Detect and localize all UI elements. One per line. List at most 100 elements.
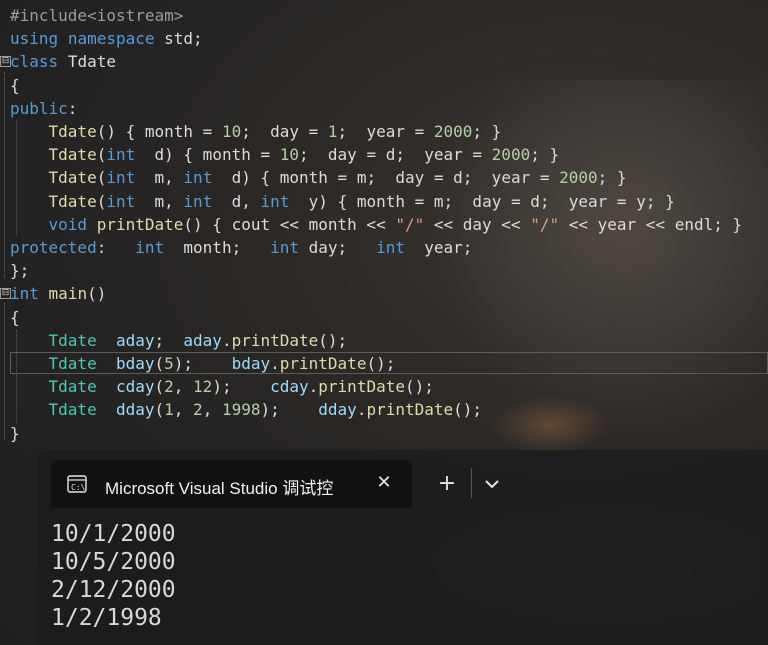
- code-token: 1: [164, 400, 174, 420]
- code-token: d) { month =: [135, 145, 280, 165]
- code-token: m,: [135, 168, 184, 188]
- code-token: "/": [530, 214, 560, 234]
- code-token: (: [96, 191, 107, 211]
- terminal-tab-title: Microsoft Visual Studio 调试控: [105, 479, 334, 498]
- output-line: 1/2/1998: [51, 605, 162, 631]
- code-token: Tdate: [48, 330, 97, 350]
- code-token: (): [87, 284, 107, 304]
- code-token: 5: [164, 354, 174, 373]
- code-token: dday: [115, 400, 155, 420]
- code-token: printDate: [366, 400, 454, 420]
- code-token: dday: [318, 400, 357, 420]
- code-token: int: [260, 191, 290, 211]
- tab-separator: [471, 468, 472, 498]
- code-token: << year << endl; }: [559, 214, 743, 234]
- code-token: Tdate: [48, 168, 97, 188]
- code-token: year;: [404, 238, 473, 257]
- code-token: {: [10, 75, 20, 95]
- code-line[interactable]: Tdate(int d) { month = 10; day = d; year…: [10, 143, 560, 166]
- code-token: int: [270, 238, 300, 257]
- new-tab-button[interactable]: +: [435, 472, 459, 496]
- code-token: 1: [327, 122, 338, 141]
- code-token: .: [270, 354, 280, 373]
- code-line[interactable]: protected: int month; int day; int year;: [10, 236, 472, 259]
- output-line: 10/1/2000: [51, 521, 176, 547]
- code-token: bday: [231, 354, 271, 373]
- code-line[interactable]: class Tdate: [10, 50, 116, 73]
- terminal-tab[interactable]: C:\ Microsoft Visual Studio 调试控 ✕: [51, 460, 412, 508]
- code-line[interactable]: Tdate(int m, int d, int y) { month = m; …: [10, 190, 675, 213]
- code-line[interactable]: Tdate(int m, int d) { month = m; day = d…: [10, 166, 627, 189]
- code-token: );: [173, 354, 232, 373]
- code-line[interactable]: Tdate aday; aday.printDate();: [10, 329, 348, 352]
- code-token: {: [10, 307, 20, 327]
- code-token: (: [154, 400, 165, 420]
- code-token: std;: [154, 29, 203, 49]
- code-token: ; day =: [241, 122, 328, 141]
- code-line[interactable]: #include<iostream>: [10, 4, 183, 27]
- code-token: aday: [183, 330, 222, 350]
- code-token: class: [10, 52, 59, 72]
- code-token: protected: [10, 238, 97, 257]
- code-token: };: [10, 261, 30, 281]
- code-token: "/": [395, 214, 425, 234]
- code-token: m,: [135, 191, 184, 211]
- code-editor[interactable]: ⊟ ⊟ #include<iostream> using namespace st…: [0, 0, 768, 445]
- code-token: month;: [164, 238, 271, 257]
- code-token: << day <<: [424, 214, 531, 234]
- code-token: Tdate: [48, 191, 97, 211]
- code-token: printDate: [96, 214, 184, 234]
- code-token: :: [67, 98, 78, 118]
- svg-text:C:\: C:\: [71, 483, 86, 492]
- code-token: }: [10, 423, 20, 443]
- code-token: Tdate: [48, 145, 97, 165]
- code-line[interactable]: Tdate() { month = 10; day = 1; year = 20…: [10, 120, 502, 143]
- code-token: int: [106, 145, 136, 165]
- code-token: day;: [299, 238, 377, 257]
- code-line[interactable]: public:: [10, 97, 77, 120]
- code-token: int: [106, 168, 136, 188]
- code-line[interactable]: {: [10, 74, 20, 97]
- code-line[interactable]: };: [10, 259, 29, 282]
- indent-guide: [4, 72, 6, 278]
- code-line[interactable]: Tdate dday(1, 2, 1998); dday.printDate()…: [10, 398, 483, 421]
- code-token: printDate: [279, 354, 367, 373]
- code-token: .: [221, 330, 232, 350]
- chevron-down-icon[interactable]: [480, 472, 504, 496]
- code-token: 10: [279, 145, 300, 165]
- code-token: () { month =: [96, 122, 222, 141]
- code-token: 2000: [433, 122, 473, 141]
- code-token: ();: [404, 377, 434, 397]
- output-line: 10/5/2000: [51, 549, 176, 575]
- indent-guide: [4, 303, 6, 439]
- code-token: Tdate: [67, 52, 116, 72]
- code-line[interactable]: Tdate bday(5); bday.printDate();: [10, 352, 396, 375]
- code-line[interactable]: int main(): [10, 282, 106, 305]
- terminal-window[interactable]: C:\ Microsoft Visual Studio 调试控 ✕ + 10/1…: [37, 450, 768, 645]
- code-token: );: [260, 400, 319, 420]
- code-line[interactable]: }: [10, 422, 20, 445]
- close-icon[interactable]: ✕: [373, 472, 395, 494]
- code-token: y) { month = m; day = d; year = y; }: [289, 191, 675, 211]
- code-token: Tdate: [48, 122, 97, 141]
- code-line[interactable]: using namespace std;: [10, 27, 203, 50]
- code-line[interactable]: {: [10, 306, 20, 329]
- code-line[interactable]: void printDate() { cout << month << "/" …: [10, 213, 743, 236]
- code-token: ; day = d; year =: [299, 145, 492, 165]
- code-token: public: [10, 98, 68, 118]
- code-line[interactable]: Tdate cday(2, 12); cday.printDate();: [10, 375, 434, 398]
- code-token: printDate: [318, 377, 405, 397]
